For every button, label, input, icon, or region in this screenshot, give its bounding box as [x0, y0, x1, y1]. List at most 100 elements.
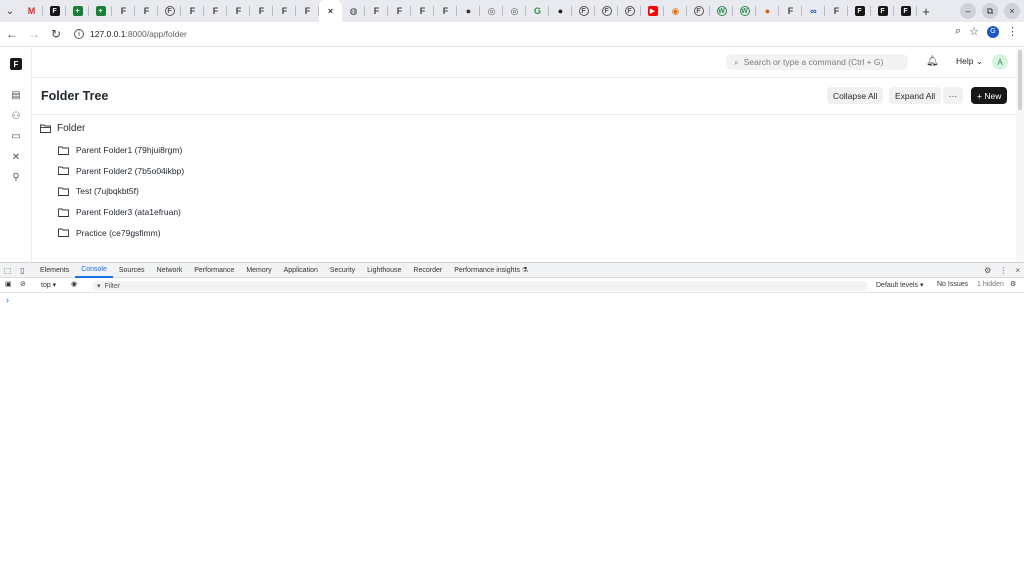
browser-tab[interactable]: ● — [756, 0, 779, 22]
log-levels-dropdown[interactable]: Default levels ▾ — [876, 281, 923, 289]
new-button[interactable]: + New — [971, 87, 1008, 104]
devtools-tab[interactable]: Elements — [34, 263, 75, 278]
settings-gear-icon[interactable]: ⚙ — [984, 266, 991, 275]
sidebar-toggle-icon[interactable]: ▣ — [5, 280, 12, 288]
browser-tab[interactable]: ◉ — [664, 0, 687, 22]
browser-tab[interactable]: F — [618, 0, 641, 22]
tree-node[interactable]: Parent Folder1 (79hjui8rgm) — [58, 145, 182, 155]
issues-counter[interactable]: No Issues — [937, 281, 968, 288]
browser-tab[interactable]: ▶ — [641, 0, 664, 22]
tree-node[interactable]: Parent Folder3 (ata1efruan) — [58, 207, 181, 217]
tools-icon[interactable]: ✕ — [10, 151, 22, 163]
device-toolbar-icon[interactable]: ▯ — [15, 263, 30, 278]
bookmark-star-icon[interactable]: ☆ — [969, 25, 979, 38]
browser-tab[interactable]: F — [227, 0, 250, 22]
browser-tab[interactable]: F — [848, 0, 871, 22]
integrations-icon[interactable]: ⚲ — [10, 171, 22, 183]
devtools-tab[interactable]: Network — [151, 263, 189, 278]
collapse-all-button[interactable]: Collapse All — [827, 87, 884, 104]
devtools-tab[interactable]: Recorder — [407, 263, 448, 278]
help-dropdown[interactable]: Help ⌄ — [956, 56, 983, 67]
browser-tab[interactable]: F — [411, 0, 434, 22]
browser-tab[interactable]: ◎ — [503, 0, 526, 22]
restore-button[interactable]: ⧉ — [982, 3, 998, 19]
forward-arrow-icon[interactable]: → — [24, 24, 44, 44]
search-input[interactable]: ⌕ Search or type a command (Ctrl + G) — [726, 54, 908, 70]
devtools-tab[interactable]: Lighthouse — [361, 263, 407, 278]
context-selector[interactable]: top ▾ — [41, 281, 56, 289]
browser-tab[interactable]: M — [20, 0, 43, 22]
browser-tab[interactable]: F — [434, 0, 457, 22]
devtools-tab[interactable]: Application — [278, 263, 324, 278]
page-scrollbar[interactable] — [1016, 48, 1024, 262]
browser-window-icon[interactable]: ▭ — [10, 130, 22, 142]
console-filter-input[interactable]: ▾ Filter — [92, 281, 868, 291]
reload-icon[interactable]: ↻ — [46, 24, 66, 44]
minimize-button[interactable]: – — [960, 3, 976, 19]
profile-avatar[interactable]: G — [987, 25, 999, 38]
devtools-tab[interactable]: Memory — [240, 263, 277, 278]
browser-tab[interactable]: F — [296, 0, 319, 22]
devtools-tab[interactable]: Sources — [113, 263, 151, 278]
live-expression-eye-icon[interactable]: ◉ — [71, 280, 77, 288]
tree-node[interactable]: Practice (ce79gsfimm) — [58, 228, 161, 238]
url-field[interactable]: i 127.0.0.1:8000/app/folder — [74, 29, 187, 39]
browser-tab[interactable]: ◍ — [342, 0, 365, 22]
browser-tab[interactable]: F — [204, 0, 227, 22]
devtools-tab[interactable]: Console — [75, 263, 113, 278]
clear-console-icon[interactable]: ⊘ — [20, 280, 26, 288]
browser-tab[interactable]: F — [388, 0, 411, 22]
browser-tab[interactable]: ◎ — [480, 0, 503, 22]
browser-tab[interactable]: F — [273, 0, 296, 22]
more-actions-button[interactable]: ··· — [943, 87, 963, 104]
user-avatar[interactable]: A — [992, 54, 1008, 70]
browser-tab[interactable]: F — [871, 0, 894, 22]
console-settings-gear-icon[interactable]: ⚙ — [1010, 280, 1016, 288]
zoom-icon[interactable]: ⌕ — [955, 25, 961, 38]
browser-tab[interactable]: F — [894, 0, 917, 22]
notification-bell-icon[interactable]: 🔔︎ — [926, 56, 939, 67]
browser-tab[interactable]: + — [89, 0, 112, 22]
browser-tab[interactable]: + — [66, 0, 89, 22]
browser-tab[interactable]: F — [365, 0, 388, 22]
users-icon[interactable]: ⚇ — [10, 110, 22, 122]
devtools-menu-icon[interactable]: ⋮ — [999, 266, 1007, 275]
devtools-tab[interactable]: Performance — [188, 263, 240, 278]
console-prompt[interactable]: › — [6, 295, 9, 305]
browser-tab[interactable]: F — [43, 0, 66, 22]
browser-tab[interactable]: F — [181, 0, 204, 22]
browser-tab[interactable]: G — [526, 0, 549, 22]
site-info-icon[interactable]: i — [74, 29, 84, 39]
devtools-tab[interactable]: Security — [324, 263, 361, 278]
back-arrow-icon[interactable]: ← — [2, 24, 22, 44]
browser-tab[interactable]: F — [595, 0, 618, 22]
expand-all-button[interactable]: Expand All — [889, 87, 942, 104]
browser-tab[interactable]: W — [710, 0, 733, 22]
browser-tab[interactable]: × — [319, 0, 342, 22]
browser-tab[interactable]: W — [733, 0, 756, 22]
browser-tab[interactable]: F — [572, 0, 595, 22]
browser-tab[interactable]: F — [158, 0, 181, 22]
browser-tab[interactable]: F — [112, 0, 135, 22]
close-window-button[interactable]: × — [1004, 3, 1020, 19]
tree-root[interactable]: Folder — [40, 123, 85, 134]
browser-tab[interactable]: F — [250, 0, 273, 22]
close-devtools-icon[interactable]: × — [1015, 266, 1020, 275]
browser-tab[interactable]: ● — [549, 0, 572, 22]
building-icon[interactable]: ▤ — [10, 89, 22, 101]
new-tab-plus-icon[interactable]: + — [917, 0, 935, 22]
browser-tab[interactable]: F — [779, 0, 802, 22]
tree-node[interactable]: Parent Folder2 (7b5o04ikbp) — [58, 166, 184, 176]
browser-tab[interactable]: ∞ — [802, 0, 825, 22]
app-logo[interactable]: F — [10, 58, 22, 70]
browser-tab[interactable]: ● — [457, 0, 480, 22]
browser-menu-icon[interactable]: ⋮ — [1007, 25, 1018, 38]
inspect-element-icon[interactable]: ⬚ — [0, 263, 15, 278]
tree-node[interactable]: Test (7ujbqkbt5f) — [58, 186, 139, 196]
browser-tab[interactable]: F — [135, 0, 158, 22]
devtools-tab[interactable]: Performance insights ⚗ — [448, 263, 534, 278]
scrollbar-thumb[interactable] — [1018, 50, 1022, 110]
browser-tab[interactable]: F — [825, 0, 848, 22]
tab-search-chevron-icon[interactable]: ⌄ — [0, 0, 20, 22]
browser-tab[interactable]: F — [687, 0, 710, 22]
